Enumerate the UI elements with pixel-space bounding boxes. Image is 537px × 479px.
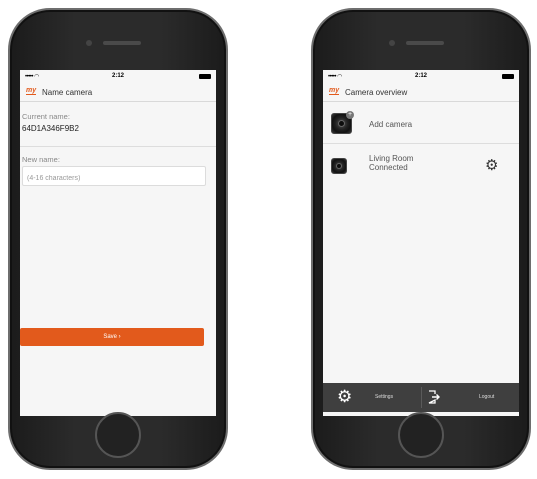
- nav-bar: my Camera overview: [323, 82, 519, 102]
- app-logo: my: [329, 87, 340, 95]
- page-title: Camera overview: [345, 88, 408, 97]
- settings-label: Settings: [375, 394, 394, 400]
- camera-status: Connected: [369, 163, 408, 172]
- current-name-value: 64D1A346F9B2: [22, 124, 79, 133]
- name-camera-screen: ••••• ◠ 2:12 my Name camera Current name…: [20, 70, 216, 416]
- add-camera-label: Add camera: [369, 120, 413, 129]
- camera-name: Living Room: [369, 154, 414, 163]
- battery-icon: [199, 74, 211, 79]
- phone-right: ••••• ◠ 2:12 my Camera overview + Add ca…: [311, 8, 531, 470]
- gear-icon[interactable]: ⚙: [485, 156, 498, 174]
- add-camera-row[interactable]: + Add camera: [323, 104, 519, 144]
- camera-dot: [86, 40, 92, 46]
- home-button[interactable]: [95, 412, 141, 458]
- camera-add-icon: +: [331, 111, 354, 134]
- speaker-grille: [406, 41, 444, 45]
- lens-icon: [338, 120, 345, 127]
- current-name-label: Current name:: [22, 112, 70, 121]
- new-name-field[interactable]: [22, 166, 206, 188]
- status-time: 2:12: [414, 73, 427, 79]
- nav-bar: my Name camera: [20, 82, 216, 102]
- camera-overview-screen: ••••• ◠ 2:12 my Camera overview + Add ca…: [323, 70, 519, 416]
- page-title: Name camera: [42, 88, 93, 97]
- status-bar: ••••• ◠ 2:12: [20, 70, 216, 82]
- battery-icon: [502, 74, 514, 79]
- home-button[interactable]: [398, 412, 444, 458]
- logout-label: Logout: [479, 394, 495, 400]
- save-button[interactable]: Save ›: [20, 328, 204, 346]
- camera-thumbnail-icon: [331, 158, 347, 174]
- bottom-toolbar: ⚙ Settings Logout: [323, 383, 519, 412]
- new-name-input[interactable]: [23, 169, 205, 188]
- plus-icon: +: [346, 111, 354, 119]
- logout-button[interactable]: Logout: [422, 383, 519, 412]
- gear-icon: ⚙: [337, 387, 353, 406]
- status-time: 2:12: [111, 73, 124, 79]
- phone-left: ••••• ◠ 2:12 my Name camera Current name…: [8, 8, 228, 470]
- new-name-label: New name:: [22, 155, 60, 164]
- speaker-grille: [103, 41, 141, 45]
- settings-button[interactable]: ⚙ Settings: [323, 383, 421, 412]
- status-bar: ••••• ◠ 2:12: [323, 70, 519, 82]
- app-logo: my: [26, 87, 37, 95]
- camera-dot: [389, 40, 395, 46]
- camera-list-item[interactable]: Living Room Connected ⚙: [323, 150, 519, 186]
- divider: [20, 146, 216, 147]
- logout-icon: [428, 390, 440, 404]
- lens-icon: [336, 163, 342, 169]
